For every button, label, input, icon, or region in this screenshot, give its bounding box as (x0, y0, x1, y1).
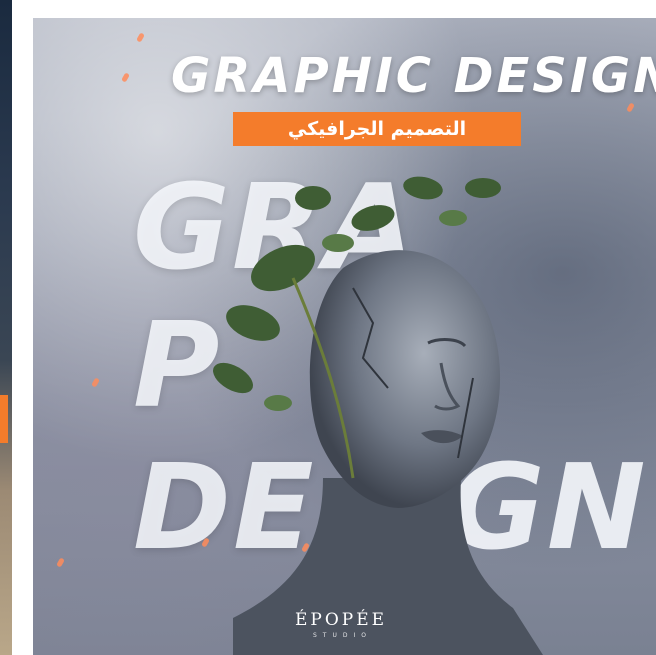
spark-particle (121, 72, 130, 83)
adjacent-image-strip (0, 0, 12, 655)
stone-face-sculpture-icon (213, 176, 543, 655)
subtitle-banner: التصميم الجرافيكي (233, 112, 521, 146)
poster-title: GRAPHIC DESIGN (171, 48, 656, 104)
spark-particle (91, 377, 100, 388)
adjacent-image-accent (0, 395, 8, 443)
graphic-design-poster[interactable]: GRA P DE GN GRAPHIC DESIGN التصميم الجرا… (33, 18, 656, 655)
brand-logo-text: ÉPOPÉE (295, 610, 388, 630)
poster-subtitle: التصميم الجرافيكي (287, 118, 467, 140)
brand-tagline: STUDIO (313, 632, 372, 639)
spark-particle (56, 557, 65, 568)
spark-particle (136, 32, 145, 43)
